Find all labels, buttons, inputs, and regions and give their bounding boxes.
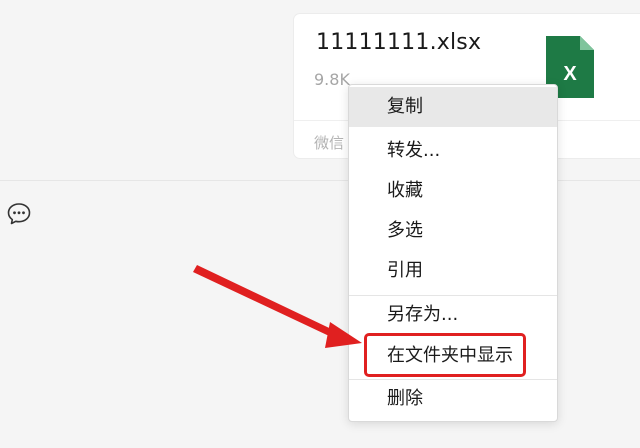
menu-item-forward[interactable]: 转发... xyxy=(349,131,557,171)
annotation-highlight-box xyxy=(364,333,526,377)
menu-item-multi-select[interactable]: 多选 xyxy=(349,211,557,251)
menu-item-quote[interactable]: 引用 xyxy=(349,251,557,291)
menu-item-label: 引用 xyxy=(387,260,423,281)
menu-item-save-as[interactable]: 另存为... xyxy=(349,295,557,335)
menu-item-label: 复制 xyxy=(387,96,423,117)
menu-item-label: 删除 xyxy=(387,388,423,409)
menu-item-copy[interactable]: 复制 xyxy=(349,87,557,127)
chat-more-icon[interactable] xyxy=(6,201,32,227)
menu-item-favorite[interactable]: 收藏 xyxy=(349,171,557,211)
excel-icon-letter: X xyxy=(563,63,577,85)
menu-item-label: 转发... xyxy=(387,140,441,161)
menu-item-label: 另存为... xyxy=(387,304,459,325)
file-name: 11111111.xlsx xyxy=(316,30,482,55)
menu-item-label: 多选 xyxy=(387,220,423,241)
menu-item-label: 收藏 xyxy=(387,180,423,201)
file-size: 9.8K xyxy=(314,70,350,89)
file-source: 微信 xyxy=(314,134,345,152)
menu-item-delete[interactable]: 删除 xyxy=(349,379,557,419)
